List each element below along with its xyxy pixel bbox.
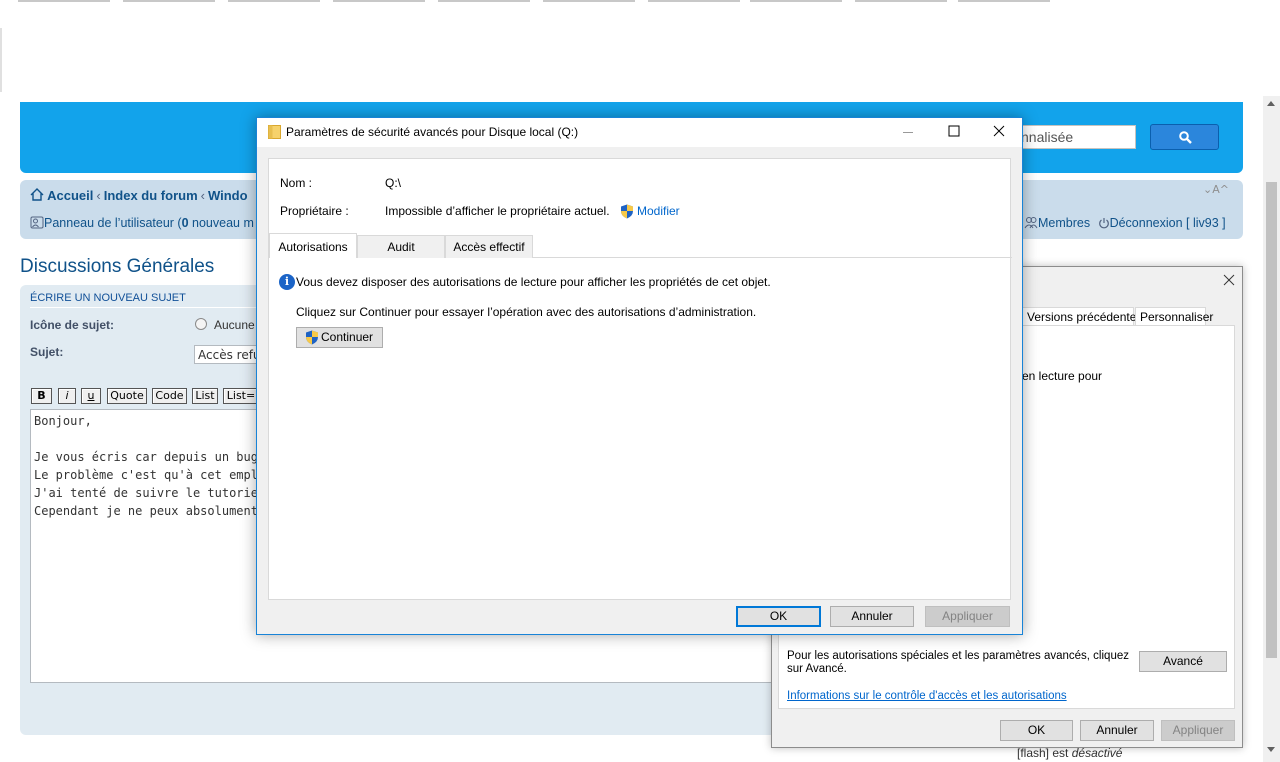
apply-button[interactable]: Appliquer bbox=[1161, 720, 1235, 741]
advanced-button[interactable]: Avancé bbox=[1139, 651, 1227, 672]
scroll-up-icon[interactable] bbox=[1267, 101, 1275, 106]
flash-state: désactivé bbox=[1071, 746, 1123, 760]
info-message: Vous devez disposer des autorisations de… bbox=[296, 275, 771, 289]
user-panel-link[interactable]: Panneau de l’utilisateur (0 nouveau m bbox=[30, 216, 254, 230]
members-icon bbox=[1024, 217, 1038, 229]
power-icon bbox=[1098, 218, 1109, 229]
scroll-down-icon[interactable] bbox=[1267, 747, 1275, 752]
tab-previous-versions[interactable]: Versions précédentes bbox=[1022, 307, 1142, 326]
tab-audit[interactable]: Audit bbox=[357, 235, 445, 258]
crumb-separator: ‹ bbox=[96, 188, 101, 203]
name-label: Nom : bbox=[280, 176, 313, 190]
list-button[interactable]: List bbox=[192, 388, 218, 404]
members-link[interactable]: Membres bbox=[1038, 216, 1090, 230]
owner-label: Propriétaire : bbox=[280, 204, 349, 218]
code-button[interactable]: Code bbox=[152, 388, 187, 404]
user-panel-icon bbox=[30, 216, 44, 229]
tab-permissions[interactable]: Autorisations bbox=[269, 233, 357, 258]
flash-tag: [flash] bbox=[1017, 746, 1050, 760]
home-icon[interactable] bbox=[30, 188, 44, 201]
user-panel-count: 0 bbox=[181, 216, 189, 230]
minimize-icon[interactable] bbox=[885, 118, 931, 147]
flash-is: est bbox=[1052, 746, 1069, 760]
page-edge bbox=[0, 28, 2, 92]
scroll-thumb[interactable] bbox=[1266, 182, 1277, 658]
user-links: Membres Déconnexion [ liv93 ] bbox=[1024, 216, 1230, 230]
crumb-windows[interactable]: Windo bbox=[208, 188, 248, 203]
permissions-text: en lecture pour bbox=[1022, 369, 1103, 383]
underline-button[interactable]: u bbox=[81, 388, 101, 404]
maximize-icon[interactable] bbox=[931, 118, 977, 147]
change-owner-link[interactable]: Modifier bbox=[637, 204, 680, 218]
ok-button[interactable]: OK bbox=[736, 606, 821, 627]
flash-status: [flash] est désactivé bbox=[1017, 746, 1122, 760]
topic-icon-none-label: Aucune bbox=[214, 318, 255, 332]
crumb-forum-index[interactable]: Index du forum bbox=[104, 188, 198, 203]
ok-button[interactable]: OK bbox=[1000, 720, 1073, 741]
browser-tab-strip bbox=[0, 0, 1280, 2]
cancel-button[interactable]: Annuler bbox=[1080, 720, 1154, 741]
quote-button[interactable]: Quote bbox=[107, 388, 147, 404]
search-input[interactable]: nnalisée bbox=[1014, 125, 1136, 149]
access-control-help-link[interactable]: Informations sur le contrôle d'accès et … bbox=[787, 690, 1067, 702]
bold-button[interactable]: B bbox=[31, 388, 52, 404]
uac-shield-icon bbox=[621, 204, 633, 219]
crumb-separator: ‹ bbox=[200, 188, 205, 203]
advanced-security-dialog: Paramètres de sécurité avancés pour Disq… bbox=[256, 117, 1023, 635]
continue-message: Cliquez sur Continuer pour essayer l’opé… bbox=[296, 305, 757, 319]
advanced-hint: Pour les autorisations spéciales et les … bbox=[787, 650, 1129, 675]
security-panel: Nom : Q:\ Propriétaire : Impossible d’af… bbox=[268, 158, 1012, 600]
folder-icon bbox=[268, 125, 281, 139]
divider bbox=[30, 307, 260, 308]
subject-field[interactable]: Accès refu bbox=[194, 345, 264, 364]
list-ordered-button[interactable]: List= bbox=[223, 388, 259, 404]
security-tabs: Autorisations Audit Accès effectif bbox=[269, 233, 1012, 258]
continue-label: Continuer bbox=[321, 330, 374, 344]
close-icon[interactable] bbox=[976, 118, 1022, 147]
italic-button[interactable]: i bbox=[58, 388, 76, 404]
crumb-home[interactable]: Accueil bbox=[47, 188, 93, 203]
page-title[interactable]: Discussions Générales bbox=[20, 256, 214, 278]
breadcrumb: Accueil ‹ Index du forum ‹ Windo bbox=[30, 188, 248, 203]
tab-customize[interactable]: Personnaliser bbox=[1135, 307, 1213, 326]
continue-button[interactable]: Continuer bbox=[296, 327, 383, 348]
user-panel-label-rest: nouveau m bbox=[188, 216, 254, 230]
post-section-title: ÉCRIRE UN NOUVEAU SUJET bbox=[30, 292, 186, 304]
page-scrollbar[interactable] bbox=[1263, 96, 1280, 762]
name-value: Q:\ bbox=[385, 176, 402, 190]
cancel-button[interactable]: Annuler bbox=[830, 606, 914, 627]
topic-icon-radio-none[interactable] bbox=[195, 318, 207, 330]
subject-label: Sujet: bbox=[30, 345, 64, 359]
search-icon bbox=[1179, 131, 1192, 144]
logout-link[interactable]: Déconnexion [ liv93 ] bbox=[1110, 216, 1226, 230]
search-button[interactable] bbox=[1150, 124, 1219, 150]
owner-value: Impossible d’afficher le propriétaire ac… bbox=[385, 204, 610, 218]
dialog-title: Paramètres de sécurité avancés pour Disq… bbox=[286, 125, 579, 139]
user-panel-label: Panneau de l’utilisateur ( bbox=[44, 216, 182, 230]
info-icon: i bbox=[279, 274, 295, 290]
apply-button[interactable]: Appliquer bbox=[925, 606, 1010, 627]
close-icon[interactable] bbox=[1221, 272, 1237, 288]
uac-shield-icon bbox=[306, 330, 318, 345]
font-size-toggle[interactable]: ⌄A^ bbox=[1203, 183, 1229, 196]
topic-icon-label: Icône de sujet: bbox=[30, 318, 115, 332]
title-bar[interactable]: Paramètres de sécurité avancés pour Disq… bbox=[257, 118, 1022, 147]
tab-effective-access[interactable]: Accès effectif bbox=[445, 235, 533, 258]
